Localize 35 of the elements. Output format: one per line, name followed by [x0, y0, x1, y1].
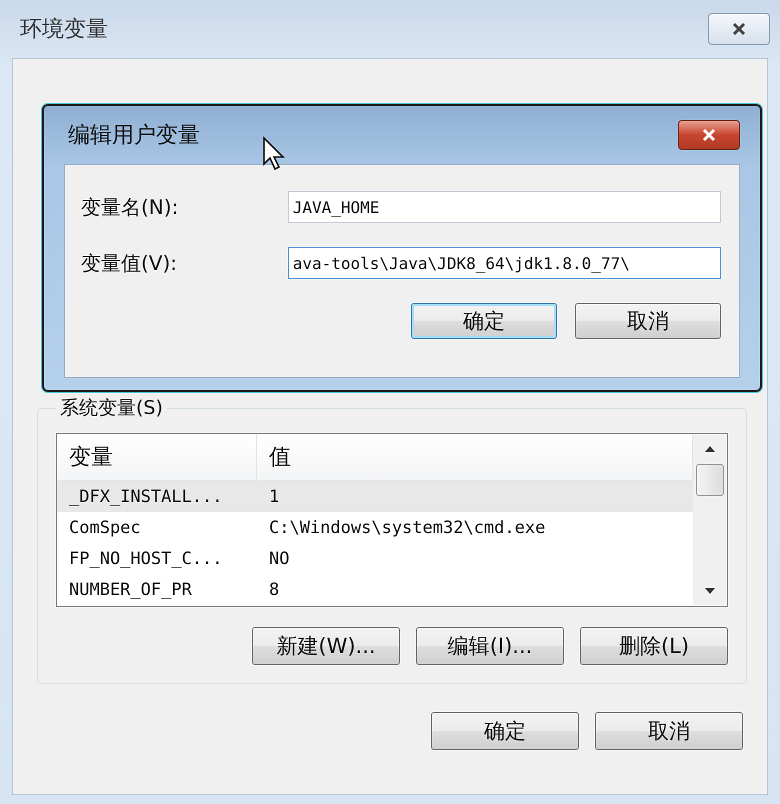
variable-value: 1	[268, 486, 280, 506]
variable-name: FP_NO_HOST_C...	[68, 548, 224, 568]
scroll-thumb[interactable]	[696, 464, 724, 496]
variable-name: _DFX_INSTALL...	[68, 486, 224, 506]
group-title: 系统变量(S)	[59, 396, 164, 421]
list-action-button[interactable]: 删除(L)	[580, 627, 728, 665]
text-field[interactable]: JAVA_HOME	[288, 191, 721, 223]
mouse-cursor-icon	[262, 136, 288, 172]
close-button[interactable]	[678, 120, 740, 150]
dialog-button[interactable]: 确定	[411, 303, 557, 339]
variable-name: NUMBER_OF_PR	[68, 580, 193, 600]
scroll-up-icon[interactable]	[705, 446, 715, 452]
variable-row[interactable]: NUMBER_OF_PR 8	[57, 574, 693, 605]
variable-row[interactable]: _DFX_INSTALL... 1	[57, 481, 693, 512]
variable-value: NO	[268, 548, 290, 568]
scrollbar[interactable]	[693, 434, 727, 606]
dialog-button[interactable]: 确定	[431, 712, 579, 750]
dialog-button[interactable]: 取消	[575, 303, 721, 339]
variable-value: C:\Windows\system32\cmd.exe	[268, 518, 546, 538]
variable-name: ComSpec	[68, 518, 142, 538]
close-icon	[700, 128, 718, 142]
window-title: 环境变量	[19, 16, 108, 44]
close-button[interactable]	[708, 13, 770, 45]
variable-row[interactable]: ComSpec C:\Windows\system32\cmd.exe	[57, 512, 693, 543]
dialog-title: 编辑用户变量	[67, 122, 200, 150]
field-label: 变量名(N):	[81, 194, 180, 220]
field-label: 变量值(V):	[81, 250, 178, 276]
scroll-down-icon[interactable]	[705, 588, 715, 594]
list-action-button[interactable]: 新建(W)...	[252, 627, 400, 665]
dialog-button[interactable]: 取消	[595, 712, 743, 750]
list-action-button[interactable]: 编辑(I)...	[416, 627, 564, 665]
variable-row[interactable]: FP_NO_HOST_C... NO	[57, 543, 693, 574]
text-field[interactable]: ava-tools\Java\JDK8_64\jdk1.8.0_77\	[288, 247, 721, 279]
variable-value: 8	[268, 580, 280, 600]
column-header[interactable]: 变量	[57, 434, 257, 480]
